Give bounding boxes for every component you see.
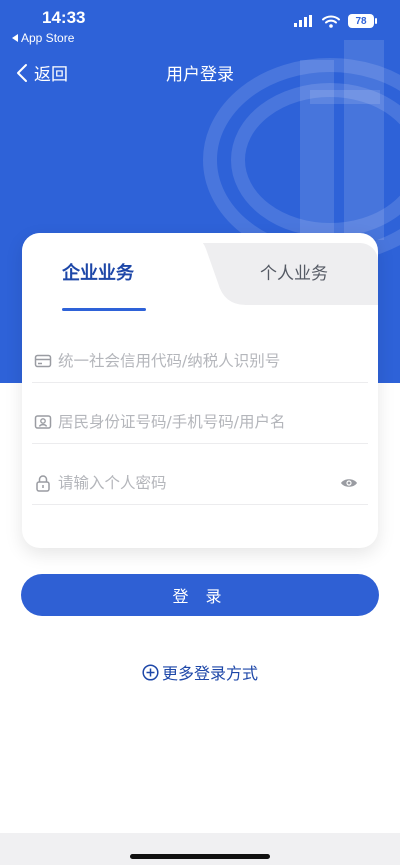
wifi-icon [322, 15, 340, 28]
more-login-methods-link[interactable]: 更多登录方式 [0, 660, 400, 684]
login-card: 企业业务 个人业务 [22, 233, 378, 548]
tab-company-business[interactable]: 企业业务 [62, 259, 134, 285]
card-icon [34, 354, 52, 368]
id-card-icon [34, 415, 52, 429]
battery-icon: 78 [348, 14, 377, 28]
eye-icon[interactable] [340, 474, 358, 492]
more-login-label: 更多登录方式 [161, 664, 258, 683]
login-page: 14:33 App Store 78 用户登录 返回 企业业务 个人业务 统一社… [0, 0, 400, 865]
chevron-left-icon [17, 63, 27, 82]
battery-level: 78 [355, 15, 367, 27]
login-button[interactable]: 登 录 [21, 574, 379, 616]
back-label: 返回 [34, 65, 68, 85]
home-indicator[interactable] [130, 854, 270, 859]
signal-icon [294, 15, 312, 27]
back-button[interactable]: 返回 [16, 60, 68, 85]
back-to-app-store-link[interactable]: App Store [12, 31, 74, 45]
tab-personal-business[interactable]: 个人业务 [260, 259, 328, 284]
plus-circle-icon [142, 663, 159, 681]
lock-icon [36, 475, 50, 492]
credit-code-input[interactable] [58, 346, 368, 376]
back-app-label: App Store [21, 31, 75, 45]
status-time: 14:33 [42, 8, 86, 27]
credit-code-field [32, 340, 368, 383]
password-field [32, 462, 368, 505]
id-number-input[interactable] [58, 407, 368, 437]
status-indicators: 78 [294, 14, 377, 28]
password-input[interactable] [58, 468, 340, 498]
bottom-safe-area [0, 833, 400, 865]
active-tab-indicator [62, 308, 146, 311]
id-number-field [32, 401, 368, 444]
back-triangle-icon [12, 34, 18, 42]
